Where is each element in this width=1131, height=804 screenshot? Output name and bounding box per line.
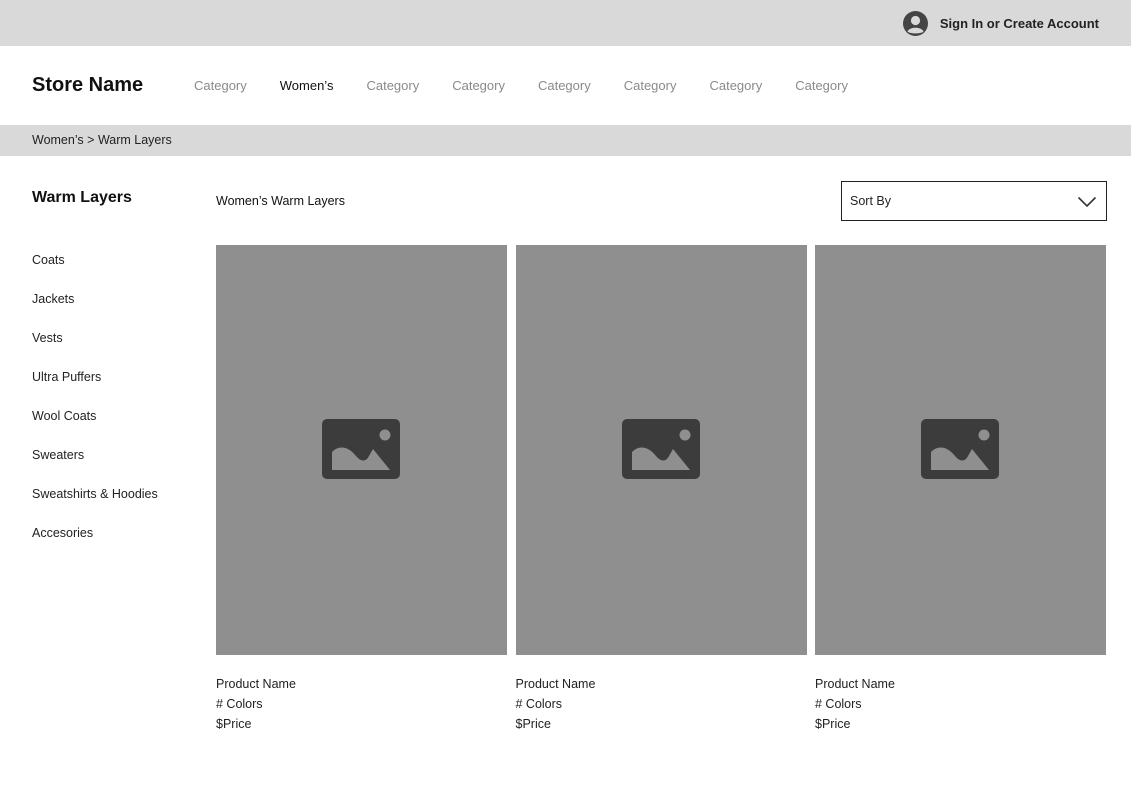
breadcrumb-item-womens[interactable]: Women’s [32, 133, 84, 147]
nav-item-category-5[interactable]: Category [538, 78, 591, 93]
image-placeholder-icon [621, 419, 700, 479]
sign-in-label: Sign In or Create Account [939, 15, 1099, 31]
image-placeholder-icon [322, 419, 400, 479]
product-card: Product Name # Colors $Price [815, 245, 1106, 734]
page-title: Women’s Warm Layers [216, 194, 345, 208]
nav-item-category-7[interactable]: Category [709, 78, 762, 93]
product-card: Product Name # Colors $Price [515, 245, 807, 734]
top-utility-bar: Sign In or Create Account [0, 0, 1131, 46]
product-colors: # Colors [515, 697, 563, 711]
user-avatar-icon [902, 10, 928, 36]
nav-item-category-6[interactable]: Category [624, 78, 677, 93]
product-price: $Price [216, 717, 252, 731]
sidebar-item-vests[interactable]: Vests [32, 330, 158, 369]
category-nav: Category Women’s Category Category Categ… [194, 78, 881, 93]
chevron-down-icon [1077, 196, 1097, 208]
product-colors: # Colors [815, 697, 862, 711]
product-price: $Price [515, 717, 551, 731]
product-image[interactable] [515, 245, 807, 655]
sidebar-item-accesories[interactable]: Accesories [32, 525, 158, 564]
product-meta: Product Name # Colors $Price [216, 655, 507, 734]
product-name[interactable]: Product Name [216, 674, 507, 694]
sort-dropdown[interactable]: Sort By [841, 181, 1107, 221]
sidebar-item-sweaters[interactable]: Sweaters [32, 447, 158, 486]
image-placeholder-icon [921, 419, 999, 479]
product-price: $Price [815, 717, 851, 731]
product-name[interactable]: Product Name [516, 674, 807, 694]
breadcrumb: Women’s > Warm Layers [32, 133, 172, 147]
breadcrumb-bar: Women’s > Warm Layers [0, 125, 1131, 156]
nav-item-category-3[interactable]: Category [366, 78, 419, 93]
product-image[interactable] [815, 245, 1106, 655]
product-meta: Product Name # Colors $Price [815, 655, 1106, 734]
sidebar-item-wool-coats[interactable]: Wool Coats [32, 408, 158, 447]
breadcrumb-item-warm-layers[interactable]: Warm Layers [98, 133, 172, 147]
nav-item-category-4[interactable]: Category [452, 78, 505, 93]
store-logo[interactable]: Store Name [32, 74, 143, 97]
site-header: Store Name Category Women’s Category Cat… [0, 46, 1131, 125]
breadcrumb-separator-glyph: > [87, 133, 95, 147]
sign-in-link[interactable]: Sign In or Create Account [902, 10, 1099, 36]
nav-item-womens[interactable]: Women’s [280, 78, 334, 93]
sidebar-item-jackets[interactable]: Jackets [32, 291, 158, 330]
sidebar-item-coats[interactable]: Coats [32, 252, 158, 291]
sidebar-title: Warm Layers [32, 189, 132, 206]
sidebar-item-sweatshirts-hoodies[interactable]: Sweatshirts & Hoodies [32, 486, 158, 525]
sidebar-list: Coats Jackets Vests Ultra Puffers Wool C… [32, 252, 158, 564]
product-colors: # Colors [216, 697, 263, 711]
breadcrumb-separator: > [87, 133, 98, 147]
product-card: Product Name # Colors $Price [216, 245, 507, 734]
sidebar-item-ultra-puffers[interactable]: Ultra Puffers [32, 369, 158, 408]
product-image[interactable] [216, 245, 507, 655]
sort-label: Sort By [850, 194, 891, 208]
nav-item-category-8[interactable]: Category [795, 78, 848, 93]
product-name[interactable]: Product Name [815, 674, 1106, 694]
product-grid: Product Name # Colors $Price Product Nam… [216, 245, 1106, 734]
product-meta: Product Name # Colors $Price [516, 655, 807, 734]
nav-item-category-1[interactable]: Category [194, 78, 247, 93]
